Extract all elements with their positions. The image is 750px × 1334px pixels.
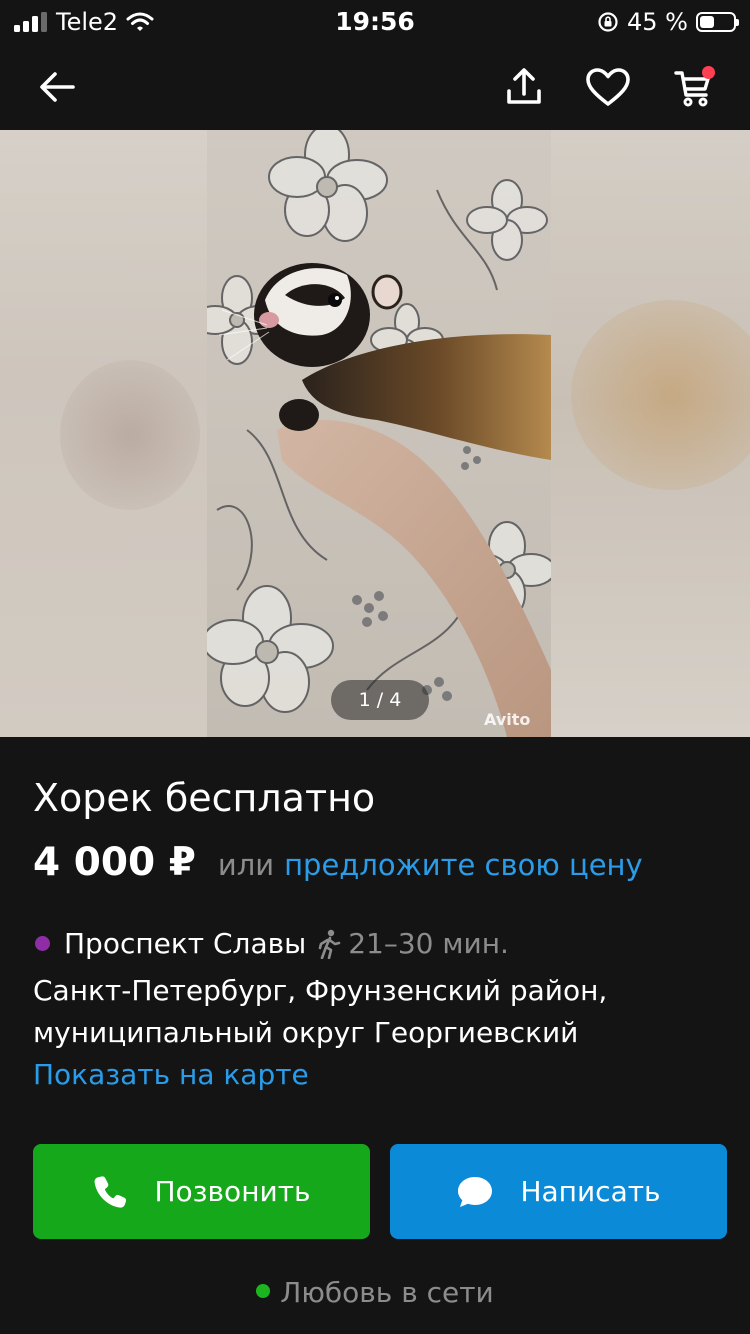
metro-row: Проспект Славы 21–30 мин.: [33, 927, 509, 960]
online-status-dot: [256, 1284, 271, 1298]
price-row: 4 000 ₽ или предложите свою цену: [33, 840, 643, 885]
listing-address: Санкт-Петербург, Фрунзенский район, муни…: [33, 974, 608, 1049]
phone-icon: [92, 1174, 128, 1210]
cart-notification-dot: [702, 66, 715, 79]
photo-gallery[interactable]: 1 / 4 Avito: [0, 130, 750, 737]
chat-bubble-icon: [456, 1175, 494, 1209]
listing-price: 4 000 ₽: [33, 840, 196, 885]
top-navigation: [0, 44, 750, 130]
price-or-label: или: [217, 848, 275, 882]
share-icon: [507, 68, 541, 104]
ferret-photo-illustration: [207, 130, 551, 737]
status-bar: Tele2 19:56 45 %: [0, 0, 750, 44]
walk-time: 21–30 мин.: [348, 927, 509, 960]
share-button[interactable]: [499, 62, 549, 112]
favorite-button[interactable]: [583, 62, 633, 112]
seller-status: Любовь в сети: [0, 1276, 750, 1309]
metro-station: Проспект Славы: [64, 927, 307, 960]
heart-icon: [586, 68, 630, 106]
listing-photo[interactable]: [207, 130, 551, 737]
write-button-label: Написать: [520, 1175, 661, 1208]
status-right: 45 %: [597, 8, 739, 36]
call-button[interactable]: Позвонить: [33, 1144, 370, 1239]
battery-level: [700, 16, 714, 28]
rotation-lock-icon: [598, 12, 618, 32]
seller-status-text: Любовь в сети: [280, 1276, 494, 1309]
metro-line-dot: [35, 936, 50, 951]
show-on-map-link[interactable]: Показать на карте: [33, 1058, 309, 1091]
write-message-button[interactable]: Написать: [390, 1144, 727, 1239]
call-button-label: Позвонить: [154, 1175, 311, 1208]
offer-price-link[interactable]: предложите свою цену: [284, 848, 643, 882]
gallery-blur-left: [0, 130, 207, 737]
listing-title: Хорек бесплатно: [33, 776, 376, 820]
walking-icon: [316, 929, 342, 959]
gallery-blur-right: [551, 130, 750, 737]
photo-counter: 1 / 4: [331, 680, 429, 720]
cart-button[interactable]: [669, 62, 719, 112]
back-button[interactable]: [32, 62, 82, 112]
battery-percent: 45 %: [627, 8, 688, 36]
back-arrow-icon: [40, 72, 75, 102]
avito-watermark: Avito: [484, 710, 531, 729]
battery-icon: [696, 12, 739, 32]
